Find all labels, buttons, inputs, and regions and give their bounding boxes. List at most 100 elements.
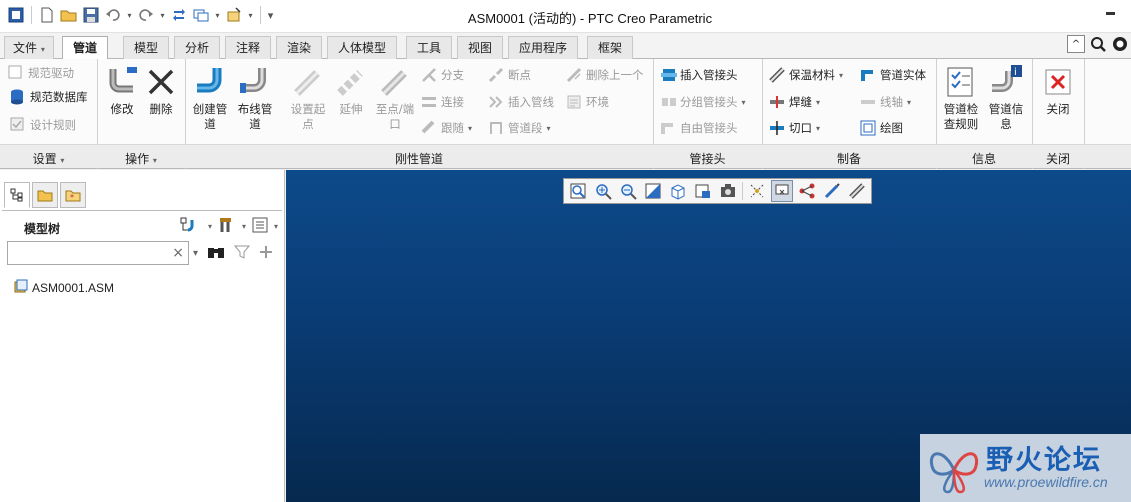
help-icon[interactable]: [1111, 35, 1129, 53]
repaint-icon[interactable]: [642, 180, 664, 202]
tree-item-root[interactable]: ASM0001.ASM: [14, 279, 114, 296]
delete-button[interactable]: 删除: [144, 65, 178, 117]
cut-button[interactable]: 切口 ▾: [769, 118, 820, 138]
insulation-button[interactable]: 保温材料 ▾: [769, 65, 843, 85]
tab-annotate[interactable]: 注释: [225, 36, 272, 59]
free-fitting-button[interactable]: 自由管接头: [660, 118, 738, 138]
group-operations[interactable]: 操作 ▾: [97, 150, 185, 167]
cut-label: 切口: [789, 121, 812, 135]
model-tree-title: 模型树: [24, 222, 61, 236]
display-style-icon[interactable]: [717, 180, 739, 202]
environment-button[interactable]: 环境: [566, 92, 609, 112]
model-tree-search-input[interactable]: ×: [7, 241, 189, 265]
chevron-down-icon[interactable]: ▾: [242, 222, 246, 231]
to-point-button[interactable]: 至点/端口: [372, 65, 418, 132]
branch-button[interactable]: 分支: [421, 65, 464, 85]
design-rules-button[interactable]: 设计规则: [10, 115, 76, 135]
group-fitting-icon: [660, 94, 676, 110]
insert-pipeline-button[interactable]: 插入管线: [488, 92, 554, 112]
tab-file[interactable]: 文件 ▾: [4, 36, 54, 59]
insert-fitting-button[interactable]: 插入管接头: [660, 65, 738, 85]
favorites-tab-icon[interactable]: *: [60, 182, 86, 208]
drawing-button[interactable]: 绘图: [860, 118, 903, 138]
view-manager-icon[interactable]: [692, 180, 714, 202]
set-start-button[interactable]: 设置起点: [285, 65, 331, 132]
close-red-x-icon: [1045, 69, 1071, 95]
environment-icon: [566, 94, 582, 110]
break-button[interactable]: 断点: [488, 65, 531, 85]
set-start-icon: [294, 70, 320, 96]
collapse-ribbon-icon[interactable]: ^: [1067, 35, 1085, 53]
saved-orientations-icon[interactable]: [667, 180, 689, 202]
assembly-icon: [14, 279, 28, 296]
group-close-label: 关闭: [1045, 152, 1070, 166]
pipe-solid-button[interactable]: 管道实体: [860, 65, 926, 85]
tab-model[interactable]: 模型: [123, 36, 170, 59]
tab-view[interactable]: 视图: [457, 36, 504, 59]
pipe-info-button[interactable]: i 管道信息: [984, 65, 1028, 132]
tab-render[interactable]: 渲染: [276, 36, 323, 59]
insert-fitting-label: 插入管接头: [680, 68, 738, 82]
chevron-down-icon: ▾: [152, 156, 157, 165]
refit-icon[interactable]: [567, 180, 589, 202]
weld-label: 焊缝: [789, 95, 812, 109]
insert-pipeline-label: 插入管线: [508, 95, 554, 109]
modify-button[interactable]: 修改: [104, 65, 140, 117]
search-tools: ▾: [193, 244, 273, 263]
model-tree-pane: 模型树 ▾ ▾ ▾ × ▾ ASM0001.ASM: [2, 210, 282, 500]
chevron-down-icon[interactable]: ▾: [274, 222, 278, 231]
insert-fitting-icon: [660, 67, 677, 83]
tree-columns-icon[interactable]: [252, 217, 268, 236]
spec-driven-checkbox[interactable]: 规范驱动: [8, 63, 74, 83]
modify-label: 修改: [110, 102, 134, 116]
delete-previous-button[interactable]: 删除上一个: [566, 65, 644, 85]
spin-center-icon[interactable]: [771, 180, 793, 202]
tab-framework[interactable]: 框架: [587, 36, 634, 59]
tree-filter-icon[interactable]: [180, 217, 202, 236]
annotation-display-icon[interactable]: [796, 180, 818, 202]
create-pipe-button[interactable]: 创建管道: [188, 65, 232, 132]
clear-search-icon[interactable]: ×: [172, 245, 184, 261]
tab-applications[interactable]: 应用程序: [508, 36, 579, 59]
find-binoculars-icon[interactable]: [207, 244, 225, 263]
to-point-icon: [381, 70, 407, 96]
tree-settings-icon[interactable]: [218, 216, 236, 237]
follow-button[interactable]: 跟随 ▾: [421, 118, 472, 138]
pipe-check-rules-button[interactable]: 管道检查规则: [939, 65, 983, 132]
datum-display-icon[interactable]: [746, 180, 768, 202]
svg-text:i: i: [1014, 67, 1017, 78]
chevron-down-icon[interactable]: ▾: [208, 222, 212, 231]
spec-database-button[interactable]: 规范数据库: [10, 87, 88, 107]
route-pipe-button[interactable]: 布线管道: [233, 65, 277, 132]
group-fitting-button[interactable]: 分组管接头 ▾: [660, 92, 746, 112]
tab-piping[interactable]: 管道: [62, 36, 109, 60]
tab-manikin[interactable]: 人体模型: [327, 36, 398, 59]
tab-analysis[interactable]: 分析: [174, 36, 221, 59]
check-rules-icon: [947, 67, 973, 97]
extend-button[interactable]: 延伸: [333, 65, 369, 117]
search-icon[interactable]: [1089, 35, 1107, 53]
weld-button[interactable]: 焊缝 ▾: [769, 92, 820, 112]
search-dropdown-icon[interactable]: ▾: [193, 248, 198, 259]
folder-browser-tab-icon[interactable]: [32, 182, 58, 208]
filter-icon[interactable]: [233, 244, 251, 263]
pipe-display-icon[interactable]: [846, 180, 868, 202]
group-settings[interactable]: 设置 ▾: [0, 150, 97, 167]
zoom-in-icon[interactable]: [592, 180, 614, 202]
pipe-segment-button[interactable]: 管道段 ▾: [488, 118, 551, 138]
add-icon[interactable]: [259, 245, 273, 262]
group-fitting-label: 分组管接头: [680, 95, 738, 109]
sketch-display-icon[interactable]: [821, 180, 843, 202]
close-button[interactable]: 关闭: [1040, 65, 1076, 117]
pipe-solid-icon: [860, 67, 876, 83]
model-tree-tab-icon[interactable]: [4, 182, 30, 208]
zoom-out-icon[interactable]: [617, 180, 639, 202]
insert-pipeline-icon: [488, 94, 504, 110]
minimize-icon[interactable]: [1106, 12, 1115, 15]
centerline-button[interactable]: 线轴 ▾: [860, 92, 911, 112]
modify-pipe-icon: [109, 67, 137, 93]
tab-file-label: 文件: [13, 41, 38, 55]
connect-button[interactable]: 连接: [421, 92, 464, 112]
pipe-info-label: 管道信息: [988, 102, 1024, 131]
tab-tools[interactable]: 工具: [406, 36, 453, 59]
